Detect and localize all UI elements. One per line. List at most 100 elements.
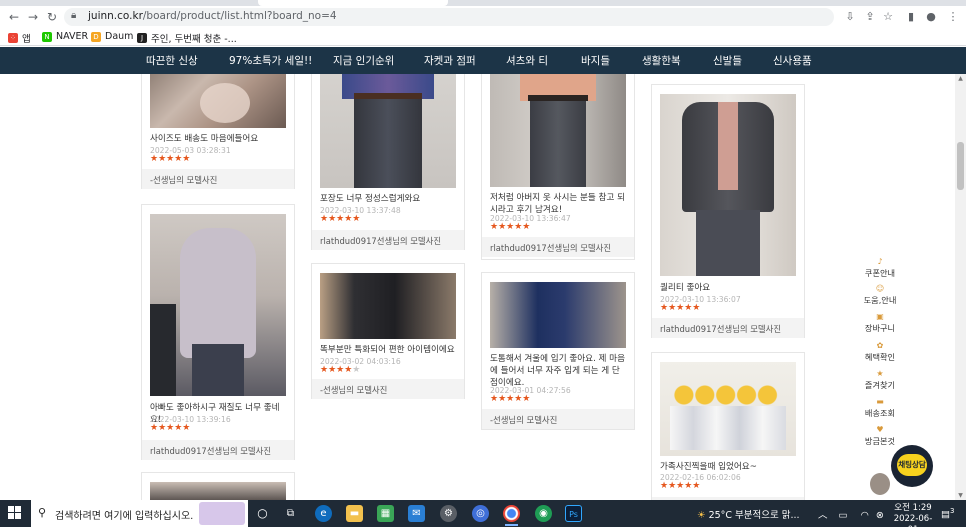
review-card[interactable]: 사이즈도 배송도 마음에들어요 2022-05-03 03:28:31 ★★★★… bbox=[141, 74, 295, 189]
weather-widget[interactable]: ☀ 25°C 부분적으로 맑... bbox=[697, 507, 800, 527]
share-icon[interactable]: ⇪ bbox=[862, 9, 878, 25]
address-bar: ← → ↻ 🔒︎ juinn.co.kr/board/product/list.… bbox=[0, 6, 966, 28]
review-card[interactable]: 똑부분만 특화되어 편한 아이템이에요 2022-03-02 04:03:16 … bbox=[311, 263, 465, 399]
review-author[interactable]: -선생님의 모델사진 bbox=[142, 169, 294, 189]
nav-item-shoes[interactable]: 신발들 bbox=[713, 53, 742, 68]
search-highlight-image bbox=[199, 502, 245, 525]
nav-item-sale[interactable]: 97%초특가 세일!! bbox=[229, 53, 312, 68]
forward-icon[interactable]: → bbox=[25, 9, 41, 25]
quick-menu-favorite[interactable]: ★ 즐겨찾기 bbox=[855, 368, 905, 391]
bookmark-apps[interactable]: ⁘ 앱 bbox=[8, 31, 31, 45]
taskbar-search[interactable]: ⚲ 검색하려면 여기에 입력하십시오. bbox=[31, 500, 248, 527]
review-text[interactable]: 퀄리티 좋아요 bbox=[660, 282, 796, 294]
scroll-up-icon[interactable]: ▲ bbox=[957, 75, 964, 82]
file-explorer-icon[interactable]: ▬ bbox=[346, 505, 363, 522]
review-card[interactable]: 저처럼 아버지 옷 사시는 분들 참고 되시라고 후기 남겨요! 2022-03… bbox=[481, 74, 635, 260]
notification-center[interactable]: ▤3 bbox=[941, 507, 954, 527]
taskbar-clock[interactable]: 오전 1:29 2022-06-01 bbox=[890, 503, 936, 527]
mail-icon[interactable]: ✉ bbox=[408, 505, 425, 522]
review-photo[interactable] bbox=[320, 273, 456, 339]
nav-item-jackets[interactable]: 자켓과 점퍼 bbox=[424, 53, 476, 68]
rating-stars: ★★★★★ bbox=[490, 222, 531, 232]
chevron-up-icon[interactable]: ︿ bbox=[818, 510, 828, 521]
scroll-down-icon[interactable]: ▼ bbox=[957, 492, 964, 499]
review-text[interactable]: 사이즈도 배송도 마음에들어요 bbox=[150, 133, 286, 145]
url-field[interactable]: 🔒︎ juinn.co.kr/board/product/list.html?b… bbox=[64, 8, 834, 26]
rating-stars: ★★★★★ bbox=[490, 394, 531, 404]
review-text[interactable]: 저처럼 아버지 옷 사시는 분들 참고 되시라고 후기 남겨요! bbox=[490, 192, 626, 216]
tray-icons: ︿ ▭ ◠ ⊗ bbox=[818, 507, 884, 527]
recent-item-thumbnail[interactable] bbox=[870, 473, 890, 495]
menu-icon[interactable]: ⋮ bbox=[945, 9, 961, 25]
quick-menu-benefit[interactable]: ✿ 혜택확인 bbox=[855, 340, 905, 363]
photoshop-icon[interactable]: Ps bbox=[565, 505, 582, 522]
review-card[interactable]: 도톰해서 겨울에 입기 좋아요. 제 마음에 들어서 너무 자주 입게 되는 게… bbox=[481, 272, 635, 430]
review-card[interactable]: 퀄리티 좋아요 2022-03-10 13:36:07 ★★★★★ rlathd… bbox=[651, 84, 805, 338]
chat-button[interactable]: 채팅상담 bbox=[891, 445, 933, 487]
review-photo[interactable] bbox=[150, 214, 286, 396]
bookmark-daum[interactable]: D Daum bbox=[91, 31, 133, 42]
app-green-icon[interactable]: ◉ bbox=[535, 505, 552, 522]
bookmark-star-icon[interactable]: ☆ bbox=[880, 9, 896, 25]
review-photo[interactable] bbox=[320, 74, 456, 188]
chrome-icon[interactable] bbox=[503, 505, 520, 526]
bookmark-naver[interactable]: N NAVER bbox=[42, 31, 88, 42]
nav-item-pants[interactable]: 바지들 bbox=[581, 53, 610, 68]
nav-item-new[interactable]: 따끈한 신상 bbox=[146, 53, 198, 68]
review-text[interactable]: 도톰해서 겨울에 입기 좋아요. 제 마음에 들어서 너무 자주 입게 되는 게… bbox=[490, 353, 626, 389]
page-scrollbar[interactable]: ▲ ▼ bbox=[955, 74, 966, 500]
edge-icon[interactable]: e bbox=[315, 505, 332, 522]
review-card[interactable]: 포장도 너무 정성스럽게와요 2022-03-10 13:37:48 ★★★★★… bbox=[311, 74, 465, 250]
heart-icon: ♥ bbox=[876, 425, 884, 434]
review-photo[interactable] bbox=[660, 362, 796, 456]
review-card[interactable]: 아빠도 좋아하시구 재질도 너무 좋네요! 2022-03-10 13:39:1… bbox=[141, 204, 295, 460]
review-author[interactable]: rlathdud0917선생님의 모델사진 bbox=[652, 318, 804, 338]
rating-stars: ★★★★★ bbox=[150, 423, 191, 433]
store-icon[interactable]: ▦ bbox=[377, 505, 394, 522]
profile-icon[interactable]: ● bbox=[923, 9, 939, 25]
cortana-icon[interactable]: ○ bbox=[254, 505, 271, 522]
review-photo[interactable] bbox=[490, 74, 626, 187]
review-photo[interactable] bbox=[150, 74, 286, 128]
review-photo[interactable] bbox=[150, 482, 286, 500]
reload-icon[interactable]: ↻ bbox=[44, 9, 60, 25]
review-card[interactable]: 가족사진찍을때 입었어요~ 2022-02-16 06:02:06 ★★★★★ bbox=[651, 352, 805, 500]
review-author[interactable]: rlathdud0917선생님의 모델사진 bbox=[142, 440, 294, 460]
rating-stars: ★★★★★ bbox=[660, 303, 701, 313]
wifi-icon[interactable]: ◠ bbox=[861, 510, 869, 521]
nav-item-shirts[interactable]: 셔츠와 티 bbox=[506, 53, 548, 68]
review-photo[interactable] bbox=[490, 282, 626, 348]
quick-menu-delivery[interactable]: ▬ 배송조회 bbox=[855, 396, 905, 419]
review-author[interactable]: -선생님의 모델사진 bbox=[312, 379, 464, 399]
review-card[interactable] bbox=[141, 472, 295, 500]
screen: ← → ↻ 🔒︎ juinn.co.kr/board/product/list.… bbox=[0, 0, 966, 527]
review-text[interactable]: 가족사진찍을때 입었어요~ bbox=[660, 461, 796, 473]
review-author[interactable]: rlathdud0917선생님의 모델사진 bbox=[312, 230, 464, 250]
scroll-thumb[interactable] bbox=[957, 142, 964, 190]
back-icon[interactable]: ← bbox=[6, 9, 22, 25]
sidepanel-icon[interactable]: ▮ bbox=[903, 9, 919, 25]
task-view-icon[interactable]: ⧉ bbox=[282, 505, 299, 522]
nav-item-goods[interactable]: 신사용품 bbox=[773, 53, 812, 68]
review-author[interactable]: -선생님의 모델사진 bbox=[482, 409, 634, 429]
review-photo[interactable] bbox=[660, 94, 796, 276]
review-text[interactable]: 포장도 너무 정성스럽게와요 bbox=[320, 193, 456, 205]
quick-menu-coupon[interactable]: ♪ 쿠폰안내 bbox=[855, 256, 905, 279]
settings-icon[interactable]: ⚙ bbox=[440, 505, 457, 522]
review-text[interactable]: 똑부분만 특화되어 편한 아이템이에요 bbox=[320, 344, 456, 356]
windows-start-icon[interactable] bbox=[8, 506, 22, 520]
nav-item-popular[interactable]: 지금 인기순위 bbox=[333, 53, 394, 68]
search-app-icon[interactable]: ◎ bbox=[472, 505, 489, 522]
network-icon[interactable]: ⊗ bbox=[876, 510, 884, 521]
bell-icon: ♪ bbox=[877, 257, 883, 266]
review-author[interactable]: rlathdud0917선생님의 모델사진 bbox=[482, 237, 634, 257]
help-icon: ☺ bbox=[875, 284, 885, 293]
quick-menu-help[interactable]: ☺ 도움,안내 bbox=[855, 283, 905, 306]
quick-menu-cart[interactable]: ▣ 장바구니 bbox=[855, 311, 905, 334]
keyboard-icon[interactable]: ▭ bbox=[839, 510, 848, 521]
quick-menu-recent[interactable]: ♥ 방금본것 bbox=[855, 424, 905, 447]
nav-item-hanbok[interactable]: 생활한복 bbox=[642, 53, 681, 68]
bookmark-juinn[interactable]: J 주인, 두번째 청춘 -... bbox=[137, 31, 237, 45]
naver-icon: N bbox=[42, 31, 52, 42]
install-icon[interactable]: ⇩ bbox=[842, 9, 858, 25]
